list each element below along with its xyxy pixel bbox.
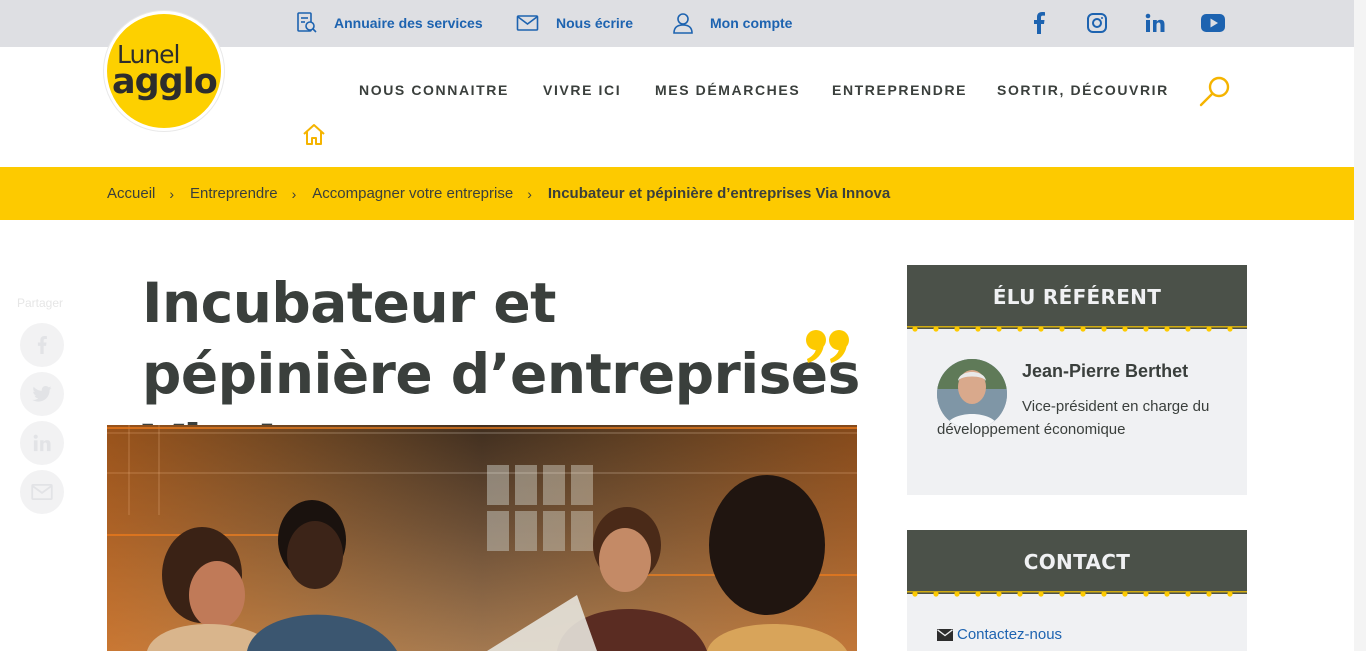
facebook-link[interactable] [1026, 10, 1052, 36]
share-twitter-button[interactable] [20, 372, 64, 416]
breadcrumb-separator: › [291, 185, 297, 202]
dotted-divider [907, 326, 1247, 332]
home-link[interactable] [302, 123, 326, 150]
youtube-link[interactable] [1200, 10, 1226, 36]
team-meeting-illustration [107, 425, 857, 651]
linkedin-link[interactable] [1142, 10, 1168, 36]
share-linkedin-button[interactable] [20, 421, 64, 465]
breadcrumb-accueil[interactable]: Accueil [107, 185, 155, 202]
my-account-link[interactable]: Mon compte [672, 10, 792, 36]
facebook-icon [37, 336, 47, 354]
nav-entreprendre[interactable]: ENTREPRENDRE [832, 82, 967, 98]
envelope-icon [516, 15, 539, 31]
contact-heading: CONTACT [1023, 550, 1131, 574]
breadcrumb: Accueil › Entreprendre › Accompagner vot… [107, 185, 890, 202]
nav-nous-connaitre[interactable]: NOUS CONNAITRE [359, 82, 509, 98]
breadcrumb-current: Incubateur et pépinière d’entreprises Vi… [547, 185, 891, 202]
envelope-icon [937, 628, 953, 641]
twitter-icon [32, 386, 52, 402]
search-button[interactable] [1198, 75, 1232, 112]
dotted-divider [907, 591, 1247, 597]
breadcrumb-bar: Accueil › Entreprendre › Accompagner vot… [0, 167, 1354, 220]
search-icon [1199, 76, 1230, 107]
share-label: Partager [17, 296, 64, 310]
logo-text-line2: agglo [112, 62, 218, 102]
nav-sortir-decouvrir[interactable]: SORTIR, DÉCOUVRIR [997, 82, 1169, 98]
contact-card: CONTACT Contactez-nous [907, 530, 1247, 651]
directory-icon [297, 12, 317, 33]
instagram-icon [1087, 13, 1107, 33]
contact-header: CONTACT [907, 530, 1247, 597]
my-account-label: Mon compte [710, 15, 793, 31]
nav-mes-demarches[interactable]: MES DÉMARCHES [655, 82, 800, 98]
write-to-us-label: Nous écrire [556, 15, 634, 31]
write-to-us-link[interactable]: Nous écrire [516, 10, 633, 36]
contact-us-link[interactable]: Contactez-nous [937, 626, 1062, 643]
elu-name: Jean-Pierre Berthet [1022, 361, 1189, 381]
elu-role: Vice-président en charge du développemen… [937, 395, 1217, 441]
linkedin-icon [33, 434, 51, 452]
contact-us-label: Contactez-nous [957, 626, 1063, 643]
instagram-link[interactable] [1084, 10, 1110, 36]
facebook-icon [1034, 12, 1045, 34]
nav-vivre-ici[interactable]: VIVRE ICI [543, 82, 621, 98]
page-scrollbar[interactable] [1354, 0, 1366, 651]
linkedin-icon [1145, 13, 1165, 32]
lunel-agglo-logo[interactable]: Lunel agglo [104, 11, 224, 131]
services-directory-label: Annuaire des services [334, 15, 483, 31]
home-icon [303, 124, 325, 145]
breadcrumb-accompagner[interactable]: Accompagner votre entreprise [312, 185, 513, 202]
breadcrumb-entreprendre[interactable]: Entreprendre [190, 185, 278, 202]
youtube-icon [1201, 14, 1225, 32]
elu-referent-header: ÉLU RÉFÉRENT [907, 265, 1247, 332]
elu-referent-heading: ÉLU RÉFÉRENT [992, 285, 1162, 309]
quote-mark-icon [806, 330, 849, 363]
elu-referent-card: ÉLU RÉFÉRENT Jean-Pierre Berthet Vice-pr… [907, 265, 1247, 495]
breadcrumb-separator: › [527, 185, 532, 202]
elu-role-text: Vice-président en charge du développemen… [937, 398, 1210, 438]
user-icon [673, 13, 693, 34]
share-facebook-button[interactable] [20, 323, 64, 367]
breadcrumb-separator: › [169, 185, 175, 202]
services-directory-link[interactable]: Annuaire des services [296, 10, 483, 36]
hero-image [107, 425, 857, 651]
share-email-button[interactable] [20, 470, 64, 514]
email-icon [31, 484, 53, 500]
